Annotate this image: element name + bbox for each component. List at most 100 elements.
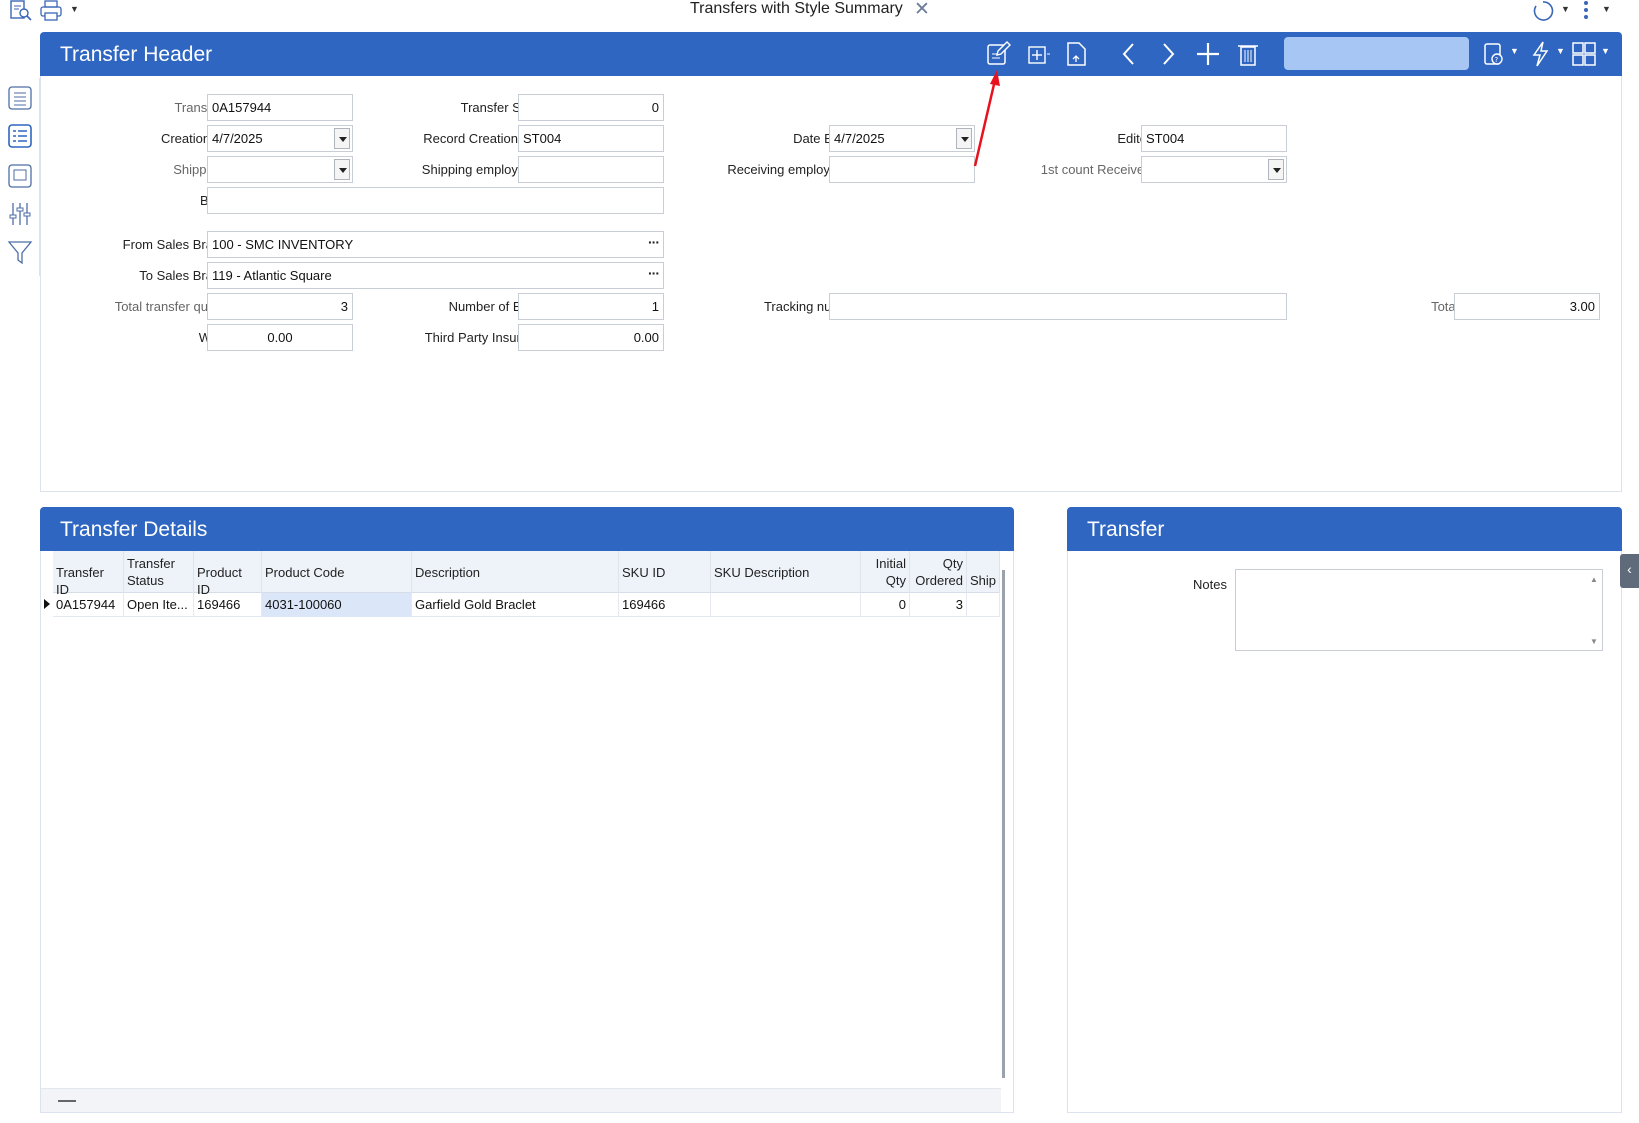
col-initial-qty-line1: Initial <box>875 556 906 571</box>
first-count-receive-date-field[interactable] <box>1141 156 1287 183</box>
record-creation-user-field[interactable]: ST004 <box>518 125 664 152</box>
number-of-boxes-field[interactable]: 1 <box>518 293 664 320</box>
notes-textarea[interactable] <box>1235 569 1603 651</box>
cell-qty-ordered[interactable]: 3 <box>910 593 967 617</box>
more-dropdown-caret[interactable]: ▼ <box>1602 4 1611 14</box>
filter-icon[interactable] <box>6 238 34 266</box>
annotation-arrow <box>973 70 1000 167</box>
to-sales-branch-field[interactable]: 119 - Atlantic Square ··· <box>207 262 664 289</box>
table-row[interactable]: 0A157944 Open Ite... 169466 4031-100060 … <box>53 593 1000 617</box>
chevron-right-icon[interactable] <box>1154 40 1182 68</box>
col-qty-ordered[interactable]: Qty Ordered <box>910 551 967 593</box>
col-description[interactable]: Description <box>412 551 619 593</box>
tracking-number-field[interactable] <box>829 293 1287 320</box>
horizontal-scrollbar[interactable] <box>41 1088 1001 1112</box>
col-ship[interactable]: Ship <box>967 551 1000 593</box>
to-sales-branch-value: 119 - Atlantic Square <box>212 268 332 283</box>
add-row-icon[interactable] <box>1024 40 1052 68</box>
col-transfer-status-line1: Transfer <box>127 556 175 571</box>
transfer-header-form: Transfer ID 0A157944 Transfer Status 0 C… <box>40 76 1622 492</box>
edit-icon[interactable] <box>984 40 1012 68</box>
receiving-employee-id-label: Receiving employee ID <box>727 162 861 177</box>
lightning-dropdown-caret[interactable]: ▼ <box>1556 46 1565 56</box>
total-cost-field[interactable]: 3.00 <box>1454 293 1600 320</box>
cell-sku-description[interactable] <box>711 593 861 617</box>
col-transfer-id[interactable]: Transfer ID <box>53 551 124 597</box>
third-party-insurance-field[interactable]: 0.00 <box>518 324 664 351</box>
total-transfer-quantity-field[interactable]: 3 <box>207 293 353 320</box>
sliders-icon[interactable] <box>6 200 34 228</box>
grid-header-row: Transfer ID Transfer Status Product ID P… <box>53 551 1000 597</box>
refresh-icon[interactable] <box>1530 0 1556 22</box>
cell-initial-qty[interactable]: 0 <box>861 593 910 617</box>
more-vertical-icon[interactable] <box>1580 0 1592 22</box>
grid-layout-icon[interactable] <box>1570 40 1598 68</box>
date-edited-value: 4/7/2025 <box>834 131 885 146</box>
transfer-notes-panel: Notes ▲ ▼ <box>1067 551 1622 1113</box>
list-icon[interactable] <box>6 84 34 112</box>
transfer-details-bar: Transfer Details <box>40 507 1014 551</box>
print-preview-icon[interactable] <box>8 0 34 22</box>
notes-label: Notes <box>1193 577 1227 592</box>
cell-transfer-status[interactable]: Open Ite... <box>124 593 194 617</box>
chevron-left-icon[interactable] <box>1116 40 1144 68</box>
transfer-id-field[interactable]: 0A157944 <box>207 94 353 121</box>
col-sku-description[interactable]: SKU Description <box>711 551 861 593</box>
header-search-box[interactable] <box>1284 37 1469 70</box>
from-sales-branch-lookup-button[interactable]: ··· <box>648 234 660 250</box>
report-dropdown-caret[interactable]: ▼ <box>1510 46 1519 56</box>
cell-sku-id[interactable]: 169466 <box>619 593 711 617</box>
transfer-details-grid: Transfer ID Transfer Status Product ID P… <box>40 551 1014 1113</box>
creation-date-value: 4/7/2025 <box>212 131 263 146</box>
notes-scroll-up-icon[interactable]: ▲ <box>1590 575 1598 584</box>
to-sales-branch-lookup-button[interactable]: ··· <box>648 265 660 281</box>
first-count-receive-date-dropdown-button[interactable] <box>1268 159 1284 180</box>
left-rail <box>0 78 40 276</box>
cell-product-code[interactable]: 4031-100060 <box>262 593 412 617</box>
col-sku-id[interactable]: SKU ID <box>619 551 711 593</box>
col-qty-ordered-line2: Ordered <box>915 573 963 588</box>
collapse-panel-chevron-icon[interactable]: ‹ <box>1620 554 1639 588</box>
date-edited-field[interactable]: 4/7/2025 <box>829 125 975 152</box>
print-dropdown-caret[interactable]: ▼ <box>70 4 79 14</box>
report-icon[interactable]: ? <box>1480 40 1508 68</box>
col-product-code[interactable]: Product Code <box>262 551 412 593</box>
trash-icon[interactable] <box>1234 40 1262 68</box>
transfer-status-field[interactable]: 0 <box>518 94 664 121</box>
shipped-on-field[interactable] <box>207 156 353 183</box>
cell-ship[interactable] <box>967 593 1000 617</box>
col-initial-qty-line2: Qty <box>885 573 906 588</box>
notes-scroll-down-icon[interactable]: ▼ <box>1590 637 1598 646</box>
form-icon[interactable] <box>6 162 34 190</box>
refresh-dropdown-caret[interactable]: ▼ <box>1561 4 1570 14</box>
row-indicator-icon <box>44 599 50 609</box>
vertical-scrollbar[interactable] <box>1002 570 1005 1078</box>
receiving-employee-id-field[interactable] <box>829 156 975 183</box>
printer-icon[interactable] <box>38 0 64 22</box>
col-product-id[interactable]: Product ID <box>194 551 262 597</box>
weight-field[interactable]: 0.00 <box>207 324 353 351</box>
cell-transfer-id[interactable]: 0A157944 <box>53 593 124 617</box>
layout-dropdown-caret[interactable]: ▼ <box>1601 46 1610 56</box>
svg-text:?: ? <box>1495 56 1499 64</box>
edited-by-field[interactable]: ST004 <box>1141 125 1287 152</box>
document-icon[interactable] <box>1062 40 1090 68</box>
col-transfer-status[interactable]: Transfer Status <box>124 551 194 593</box>
close-tab-icon[interactable]: ✕ <box>914 0 930 21</box>
creation-date-field[interactable]: 4/7/2025 <box>207 125 353 152</box>
detail-list-icon[interactable] <box>6 122 34 150</box>
box-id-field[interactable] <box>207 187 664 214</box>
transfer-panel-bar: Transfer <box>1067 507 1622 551</box>
scroll-thumb-handle[interactable] <box>58 1100 76 1102</box>
cell-description[interactable]: Garfield Gold Braclet <box>412 593 619 617</box>
col-qty-ordered-line1: Qty <box>942 556 963 571</box>
window-titlebar: ▼ Transfers with Style Summary ✕ ▼ ▼ <box>0 0 1639 28</box>
col-initial-qty[interactable]: Initial Qty <box>861 551 910 593</box>
lightning-icon[interactable] <box>1526 40 1554 68</box>
transfer-header-title: Transfer Header <box>60 43 213 66</box>
from-sales-branch-field[interactable]: 100 - SMC INVENTORY ··· <box>207 231 664 258</box>
plus-icon[interactable] <box>1194 40 1222 68</box>
window-title: Transfers with Style Summary <box>690 0 903 17</box>
transfer-header-bar: Transfer Header ? ▼ ▼ ▼ <box>40 32 1622 76</box>
cell-product-id[interactable]: 169466 <box>194 593 262 617</box>
